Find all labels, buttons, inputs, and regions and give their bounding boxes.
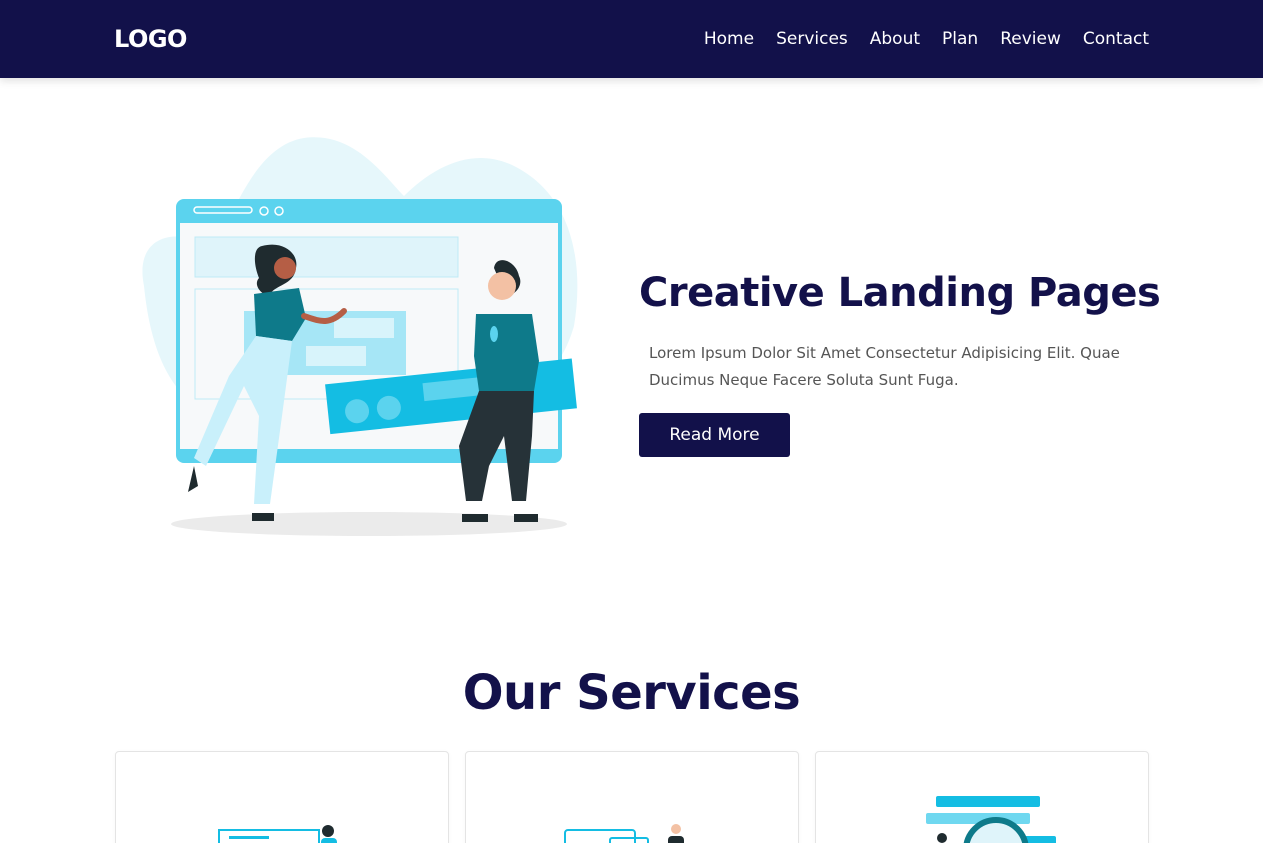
nav-review[interactable]: Review: [1000, 28, 1061, 50]
nav-home[interactable]: Home: [704, 28, 754, 50]
search-magnifier-illustration: [926, 796, 1056, 843]
service-card-2[interactable]: [465, 751, 799, 843]
hero-illustration: [134, 136, 584, 540]
services-heading-prefix: Our: [462, 665, 561, 721]
service-card-1[interactable]: [115, 751, 449, 843]
nav-about[interactable]: About: [870, 28, 920, 50]
read-more-button[interactable]: Read More: [639, 413, 790, 457]
hero-description: Lorem Ipsum Dolor Sit Amet Consectetur A…: [649, 344, 1120, 389]
services-heading-highlight: Services: [576, 665, 801, 721]
hero-title: Creative Landing Pages: [639, 270, 1161, 316]
logo[interactable]: LOGO: [114, 25, 187, 53]
nav-services[interactable]: Services: [776, 28, 848, 50]
nav-plan[interactable]: Plan: [942, 28, 978, 50]
devices-illustration: [564, 824, 684, 843]
main-nav: Home Services About Plan Review Contact: [704, 28, 1149, 50]
web-design-illustration: [218, 825, 337, 843]
nav-contact[interactable]: Contact: [1083, 28, 1149, 50]
services-heading: Our Services: [0, 664, 1263, 722]
service-card-3[interactable]: [815, 751, 1149, 843]
top-navbar: LOGO Home Services About Plan Review Con…: [0, 0, 1263, 78]
